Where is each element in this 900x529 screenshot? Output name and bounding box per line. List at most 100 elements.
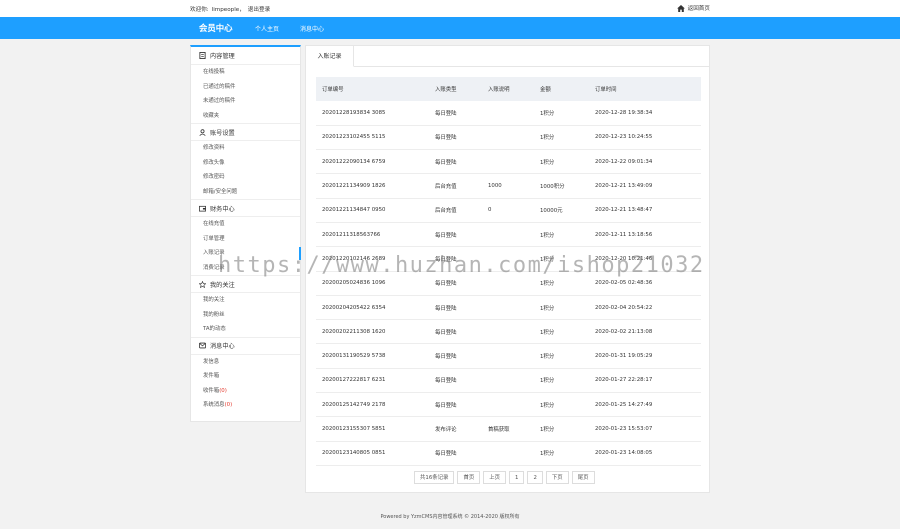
cell-order-id: 20200123155307 5851 [316,416,429,442]
username-link[interactable]: limpeople， [212,7,245,13]
pager-first-button[interactable]: 首页 [457,471,481,484]
sidebar-item-approved[interactable]: 已通过的稿件 [191,80,300,95]
table-row: 20200131190529 5738 每日登陆 1积分 2020-01-31 19:… [316,343,701,369]
table-row: 20201211318563766 每日登陆 1积分 2020-12-11 13:18… [316,222,701,248]
sidebar-section-title: 账号设置 [210,129,235,137]
sidebar-item-favorites[interactable]: 收藏夹 [191,109,300,124]
wallet-icon [199,205,206,212]
welcome-text: 欢迎你: [190,7,209,13]
cell-order-id: 20200204205422 6354 [316,295,429,321]
sidebar-item-orders[interactable]: 订单管理 [191,232,300,247]
cell-type: 每日登陆 [429,319,482,345]
table-row: 20200123155307 5851 发布评论 首稿获取 1积分 2020-01-23… [316,416,701,442]
sidebar-item-rejected[interactable]: 未通过的稿件 [191,94,300,109]
sidebar-item-my-follows[interactable]: 我的关注 [191,293,300,308]
cell-amount: 1积分 [534,222,589,248]
pager-last-button[interactable]: 尾页 [571,471,595,484]
cell-amount: 1积分 [534,246,589,272]
cell-amount: 1积分 [534,416,589,442]
nav-message-center[interactable]: 消息中心 [300,24,324,33]
table-row: 20200204205422 6354 每日登陆 1积分 2020-02-04 20:… [316,295,701,321]
cell-description [482,368,534,394]
cell-order-id: 20201221134909 1826 [316,173,429,199]
header-nav: 会员中心 个人主页 消息中心 [0,17,900,39]
sidebar-item-edit-avatar[interactable]: 修改头像 [191,156,300,171]
sidebar-item-edit-password[interactable]: 修改密码 [191,170,300,185]
table-row: 20200205024836 1096 每日登陆 1积分 2020-02-05 02:… [316,271,701,296]
cell-time: 2020-12-21 13:48:47 [589,198,701,223]
sidebar-item-system-messages[interactable]: 系统消息(0) [191,398,300,413]
document-icon [199,52,206,59]
cell-order-id: 20201220102146 2689 [316,246,429,272]
table-row: 20201222090134 6759 每日登陆 1积分 2020-12-22 09:… [316,149,701,175]
cell-description [482,246,534,272]
cell-description [482,319,534,345]
tab-income-records[interactable]: 入账记录 [306,46,354,67]
table-row: 20201223102455 5115 每日登陆 1积分 2020-12-23 10:… [316,125,701,151]
cell-amount: 1积分 [534,319,589,345]
cell-type: 发布评论 [429,416,482,442]
sidebar-section-title: 内容管理 [210,53,235,60]
table-row: 20200127222817 6231 每日登陆 1积分 2020-01-27 22:… [316,368,701,394]
brand-title[interactable]: 会员中心 [199,22,233,34]
column-header-description: 入账说明 [482,77,534,101]
sidebar-item-email-security[interactable]: 邮箱/安全问题 [191,185,300,200]
sidebar-item-outbox[interactable]: 发件箱 [191,369,300,384]
sidebar-item-send-message[interactable]: 发信息 [191,355,300,370]
sidebar-section-title: 我的关注 [210,281,235,289]
cell-description [482,295,534,321]
sidebar-item-submit[interactable]: 在线投稿 [191,65,300,80]
sidebar-section-title: 财务中心 [210,205,235,213]
cell-description [482,101,534,126]
cell-time: 2020-01-23 14:08:05 [589,441,701,466]
cell-amount: 1积分 [534,392,589,418]
pager-page-2-button[interactable]: 2 [527,471,543,484]
cell-amount: 1000积分 [534,173,589,199]
cell-order-id: 20200123140805 0851 [316,441,429,466]
cell-description [482,125,534,151]
home-link[interactable]: 返回首页 [676,4,710,12]
cell-time: 2020-01-23 15:53:07 [589,416,701,442]
cell-order-id: 20200125142749 2178 [316,392,429,418]
cell-description: 1000 [482,173,534,199]
sidebar-item-activity[interactable]: TA的动态 [191,322,300,337]
cell-amount: 1积分 [534,441,589,466]
pager-next-button[interactable]: 下页 [545,471,569,484]
sidebar-item-recharge[interactable]: 在线充值 [191,217,300,232]
cell-time: 2020-02-05 02:48:36 [589,271,701,296]
column-header-order-id: 订单编号 [316,77,429,101]
cell-order-id: 20201222090134 6759 [316,149,429,175]
table-row: 20200125142749 2178 每日登陆 1积分 2020-01-25 14:… [316,392,701,418]
cell-order-id: 20201223102455 5115 [316,125,429,151]
sidebar-item-my-fans[interactable]: 我的粉丝 [191,308,300,323]
cell-description [482,149,534,175]
cell-description: 0 [482,198,534,223]
nav-personal-home[interactable]: 个人主页 [255,24,279,33]
cell-type: 每日登陆 [429,125,482,151]
cell-order-id: 20200127222817 6231 [316,368,429,394]
cell-time: 2020-01-31 19:05:29 [589,343,701,369]
cell-type: 后台充值 [429,198,482,223]
cell-type: 每日登陆 [429,271,482,296]
cell-type: 每日登陆 [429,392,482,418]
cell-order-id: 20201211318563766 [316,222,429,248]
cell-order-id: 20201228193834 3085 [316,101,429,126]
cell-amount: 1积分 [534,101,589,126]
cell-description [482,271,534,296]
sidebar-item-edit-profile[interactable]: 修改资料 [191,141,300,156]
cell-type: 每日登陆 [429,101,482,126]
tab-bar: 入账记录 [306,46,709,67]
cell-type: 每日登陆 [429,343,482,369]
cell-description [482,343,534,369]
logout-link[interactable]: 退出登录 [248,7,270,13]
cell-amount: 1积分 [534,271,589,296]
sidebar-item-inbox[interactable]: 收件箱(0) [191,384,300,399]
pager-page-1-button[interactable]: 1 [509,471,525,484]
table-row: 20201221134847 0950 后台充值 0 10000元 2020-12-21… [316,198,701,223]
sidebar-item-income-records[interactable]: 入账记录 [191,246,301,261]
sidebar-item-expense-records[interactable]: 消费记录 [191,261,300,276]
cell-amount: 1积分 [534,368,589,394]
pager-prev-button[interactable]: 上页 [483,471,507,484]
inbox-label: 收件箱 [203,387,220,394]
pagination: 共16条记录 首页 上页 1 2 下页 尾页 [414,471,595,484]
